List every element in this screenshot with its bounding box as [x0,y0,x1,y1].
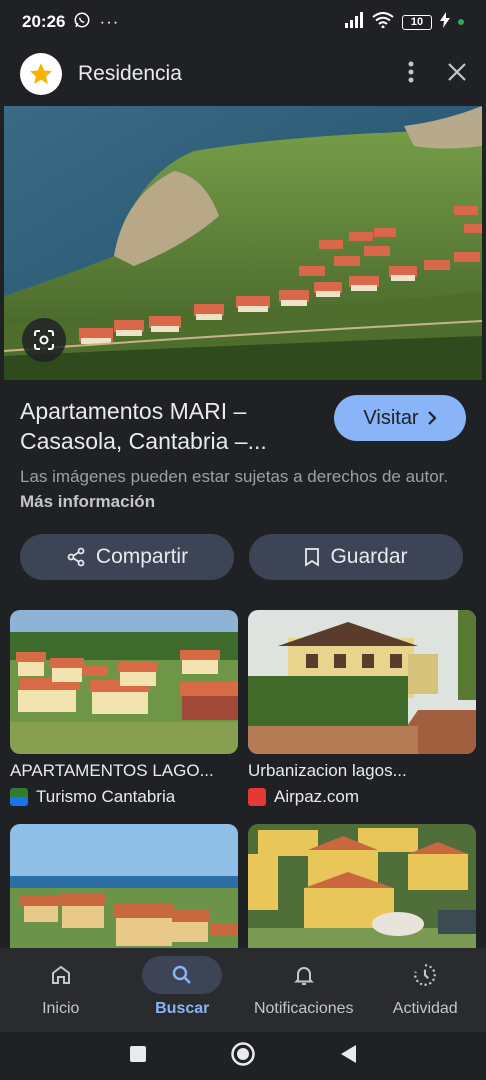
whatsapp-icon [73,11,91,34]
related-title-1[interactable]: APARTAMENTOS LAGO... [10,761,214,781]
related-source-1[interactable]: Turismo Cantabria [10,787,175,807]
related-image-1[interactable] [10,610,238,754]
lens-icon [34,330,54,350]
close-icon[interactable] [448,62,466,86]
header: Residencia [0,50,486,98]
save-button[interactable]: Guardar [249,534,463,580]
nav-notificaciones-label: Notificaciones [253,1000,354,1017]
visit-label: Visitar [363,406,419,429]
status-time: 20:26 [22,12,66,31]
star-icon [29,63,53,84]
nav-inicio[interactable]: Inicio [0,948,122,1032]
more-options-icon[interactable] [408,61,414,88]
page-title: Residencia [78,62,182,85]
main-image[interactable] [4,106,482,380]
related-source-label-2: Airpaz.com [274,787,360,806]
bell-icon [293,967,314,985]
related-image-4[interactable] [248,824,476,948]
related-source-2[interactable]: Airpaz.com [248,787,359,807]
collection-avatar[interactable] [20,53,62,95]
nav-buscar[interactable]: Buscar [122,948,244,1032]
related-image-3[interactable] [10,824,238,948]
home-button-icon[interactable] [230,1041,256,1072]
home-icon [51,965,70,984]
system-navigation [0,1032,486,1080]
charging-icon [440,11,450,33]
battery-icon: 10 [402,14,432,30]
search-icon [173,965,192,984]
lens-button[interactable] [22,318,66,362]
wifi-icon [372,11,394,33]
status-bar: 20:26 ··· 10 [0,0,486,44]
related-title-2[interactable]: Urbanizacion lagos... [248,761,407,781]
bookmark-icon [305,548,320,567]
bottom-navigation: Inicio Buscar Notificaciones Actividad [0,948,486,1032]
activity-icon [414,964,437,986]
more-info-link[interactable]: Más información [20,492,155,511]
related-source-label-1: Turismo Cantabria [36,787,176,806]
nav-inicio-label: Inicio [42,1000,80,1017]
turismo-cantabria-icon [10,788,28,806]
recents-icon[interactable] [128,1044,148,1069]
result-title[interactable]: Apartamentos MARI – Casasola, Cantabria … [20,396,320,456]
more-notifications-icon: ··· [99,12,120,31]
nav-actividad[interactable]: Actividad [365,948,486,1032]
share-label: Compartir [95,545,189,568]
nav-notificaciones[interactable]: Notificaciones [243,948,365,1032]
save-label: Guardar [330,545,408,568]
back-icon[interactable] [338,1043,358,1070]
share-button[interactable]: Compartir [20,534,234,580]
copyright-notice: Las imágenes pueden estar sujetas a dere… [20,464,470,514]
share-icon [67,547,85,567]
chevron-right-icon [427,411,437,425]
related-image-2[interactable] [248,610,476,754]
visit-button[interactable]: Visitar [334,395,466,441]
airpaz-icon [248,788,266,806]
indicator-dot [458,19,464,25]
nav-actividad-label: Actividad [392,1000,458,1017]
signal-icon [344,11,364,33]
nav-buscar-label: Buscar [155,1000,210,1017]
copyright-text: Las imágenes pueden estar sujetas a dere… [20,467,449,486]
